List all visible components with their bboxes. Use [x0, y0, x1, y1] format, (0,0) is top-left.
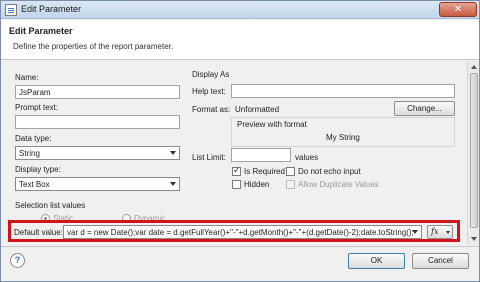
default-value-label: Default value:: [14, 228, 63, 237]
vertical-scrollbar[interactable]: [467, 61, 479, 245]
display-as-label: Display As: [192, 70, 230, 79]
list-limit-label: List Limit:: [192, 153, 226, 162]
scroll-thumb[interactable]: [470, 73, 478, 228]
footer-divider: [1, 246, 479, 247]
allow-duplicate-checkbox[interactable]: [286, 180, 295, 189]
preview-value: My String: [326, 133, 360, 142]
name-field[interactable]: JsParam: [15, 85, 180, 99]
format-as-value: Unformatted: [235, 105, 280, 114]
do-not-echo-label: Do not echo input: [298, 167, 361, 176]
help-text-field[interactable]: [231, 84, 455, 98]
scroll-down-icon[interactable]: [471, 237, 477, 241]
dialog-icon: [5, 4, 17, 16]
scroll-up-icon[interactable]: [471, 65, 477, 69]
data-type-label: Data type:: [15, 134, 52, 143]
chevron-down-icon: [170, 182, 176, 186]
title-bar[interactable]: Edit Parameter ✕: [1, 1, 479, 19]
prompt-text-field[interactable]: [15, 115, 180, 129]
hidden-label: Hidden: [244, 180, 270, 189]
close-icon[interactable]: ✕: [439, 2, 477, 17]
display-type-value: Text Box: [19, 180, 50, 189]
display-type-select[interactable]: Text Box: [15, 177, 180, 191]
chevron-down-icon: [412, 230, 418, 234]
dialog-header: Edit Parameter Define the properties of …: [1, 20, 479, 60]
window-title: Edit Parameter: [21, 4, 82, 14]
selection-list-label: Selection list values: [15, 201, 86, 210]
chevron-down-icon: [170, 151, 176, 155]
default-value-field[interactable]: var d = new Date();var date = d.getFullY…: [63, 225, 422, 239]
list-limit-field[interactable]: [231, 148, 291, 162]
is-required-checkbox[interactable]: [232, 165, 241, 176]
expression-builder-button[interactable]: fx: [427, 225, 453, 239]
edit-parameter-dialog: Edit Parameter ✕ Edit Parameter Define t…: [0, 0, 480, 282]
preview-label: Preview with format: [237, 120, 307, 129]
cancel-button[interactable]: Cancel: [412, 253, 469, 269]
default-value-text: var d = new Date();var date = d.getFullY…: [67, 228, 414, 237]
page-subtitle: Define the properties of the report para…: [13, 42, 174, 51]
fx-icon: fx: [431, 227, 439, 236]
help-text-label: Help text:: [192, 87, 226, 96]
do-not-echo-checkbox[interactable]: [286, 167, 295, 176]
is-required-label: Is Required: [244, 167, 285, 176]
name-label: Name:: [15, 73, 39, 82]
list-limit-unit: values: [295, 153, 319, 162]
data-type-value: String: [19, 149, 40, 158]
help-icon[interactable]: ?: [10, 253, 25, 268]
hidden-checkbox[interactable]: [232, 180, 241, 189]
format-as-label: Format as:: [192, 105, 231, 114]
chevron-down-icon: [446, 231, 450, 234]
display-type-label: Display type:: [15, 165, 61, 174]
ok-button[interactable]: OK: [348, 253, 405, 269]
data-type-select[interactable]: String: [15, 146, 180, 160]
page-title: Edit Parameter: [9, 26, 73, 36]
change-format-button[interactable]: Change...: [394, 101, 455, 116]
allow-duplicate-label: Allow Duplicate Values: [298, 180, 379, 189]
prompt-text-label: Prompt text:: [15, 103, 59, 112]
